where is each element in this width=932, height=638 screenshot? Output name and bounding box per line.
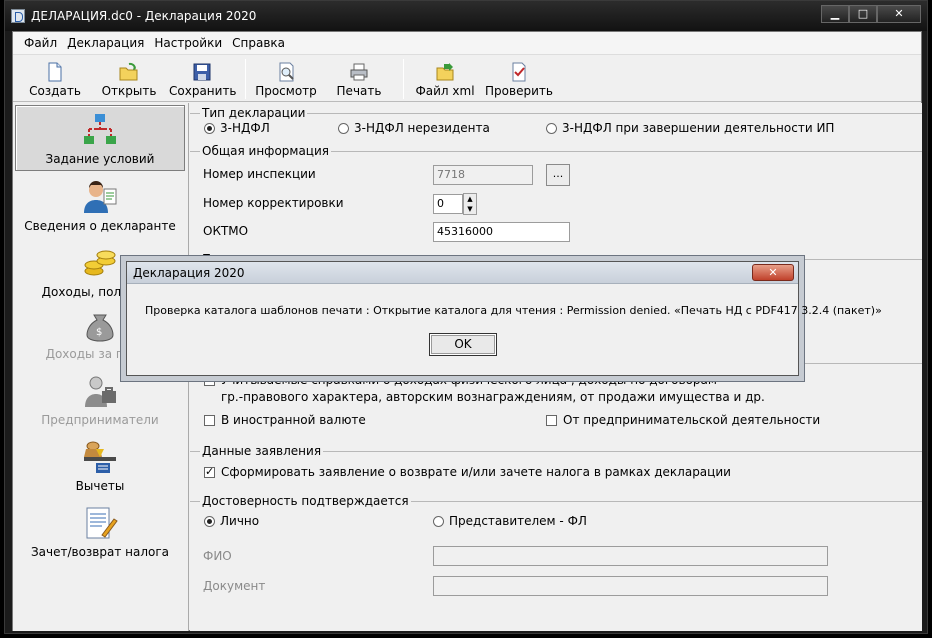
radio-3ndfl-ip-closing[interactable]: 3-НДФЛ при завершении деятельности ИП [546,121,834,135]
title-bar[interactable]: ДЕЛАРАЦИЯ.dc0 - Декларация 2020 ▁ □ ✕ [5,1,927,31]
trust-group: Достоверность подтверждается Лично Предс… [190,494,922,629]
create-button[interactable]: Создать [27,58,83,100]
radio-indicator [433,515,444,527]
group-title: Достоверность подтверждается [200,494,411,508]
radio-personally[interactable]: Лично [204,514,259,528]
dialog-title: Декларация 2020 [133,266,245,280]
deductions-icon [84,441,116,473]
error-dialog: Декларация 2020 ✕ Проверка каталога шабл… [126,261,882,376]
income-description-line2: гр.-правового характера, авторским возна… [221,390,765,404]
radio-representative[interactable]: Представителем - ФЛ [433,514,587,528]
declarant-icon [84,181,117,213]
checkbox-indicator [204,373,215,386]
dialog-close-button[interactable]: ✕ [752,264,794,281]
spinner-down-icon[interactable]: ▼ [464,204,476,214]
minimize-button[interactable]: ▁ [821,5,849,23]
checkbox-indicator [204,415,215,426]
oktmo-label: ОКТМО [203,224,249,238]
declaration-type-group: Тип декларации 3-НДФЛ 3-НДФЛ нерезидента… [190,106,922,143]
fio-label: ФИО [203,549,232,563]
checkbox-indicator [204,465,215,478]
svg-text:$: $ [96,327,102,338]
new-document-icon [48,62,62,82]
check-button[interactable]: Проверить [485,58,553,100]
general-info-group: Общая информация Номер инспекции 7718 ..… [190,144,922,251]
sidebar-item-deductions[interactable]: Вычеты [15,433,185,499]
income-icon [84,250,116,276]
group-title: Данные заявления [200,444,324,458]
preview-icon [279,62,294,82]
application-group: Данные заявления Сформировать заявление … [190,444,922,495]
radio-indicator [338,122,349,134]
open-button[interactable]: Открыть [99,58,159,100]
dialog-title-bar[interactable]: Декларация 2020 ✕ [127,262,798,284]
menu-bar: Файл Декларация Настройки Справка [13,32,921,54]
oktmo-field[interactable]: 45316000 [433,222,570,242]
refund-icon [86,507,118,539]
inspection-label: Номер инспекции [203,167,316,181]
floppy-disk-icon [193,63,211,81]
correction-field[interactable]: 0 [433,194,463,214]
app-icon [11,9,25,23]
menu-settings[interactable]: Настройки [149,36,227,50]
dialog-message: Проверка каталога шаблонов печати : Откр… [145,304,882,317]
radio-indicator [204,515,215,527]
form-application-checkbox[interactable]: Сформировать заявление о возврате и/или … [204,465,731,479]
menu-declaration[interactable]: Декларация [62,36,149,50]
window-title: ДЕЛАРАЦИЯ.dc0 - Декларация 2020 [31,9,257,23]
save-button[interactable]: Сохранить [169,58,237,100]
foreign-currency-checkbox[interactable]: В иностранной валюте [204,413,366,427]
radio-indicator [546,122,557,134]
inspection-field[interactable]: 7718 [433,165,533,185]
fio-field[interactable] [433,546,828,566]
window-controls: ▁ □ ✕ [821,5,921,23]
print-button[interactable]: Печать [331,58,387,100]
toolbar-separator [245,59,246,99]
open-folder-icon [119,62,138,81]
radio-3ndfl-nonresident[interactable]: 3-НДФЛ нерезидента [338,121,490,135]
sidebar-item-conditions[interactable]: Задание условий [15,105,185,171]
group-title: Общая информация [200,144,331,158]
inspection-browse-button[interactable]: ... [546,164,570,186]
toolbar-separator [403,59,404,99]
preview-button[interactable]: Просмотр [253,58,319,100]
check-document-icon [512,62,526,82]
radio-indicator [204,122,215,134]
business-income-checkbox[interactable]: От предпринимательской деятельности [546,413,820,427]
menu-file[interactable]: Файл [19,36,62,50]
menu-help[interactable]: Справка [227,36,290,50]
maximize-button[interactable]: □ [849,5,877,23]
foreign-income-icon: $ [86,314,114,342]
conditions-icon [84,114,116,144]
sidebar-item-entrepreneurs[interactable]: Предприниматели [15,367,185,433]
entrepreneurs-icon [85,376,116,407]
export-xml-icon [436,63,454,81]
correction-label: Номер корректировки [203,196,344,210]
xml-file-button[interactable]: Файл xml [411,58,479,100]
close-button[interactable]: ✕ [877,5,921,23]
document-field[interactable] [433,576,828,596]
document-label: Документ [203,579,266,593]
correction-spinner[interactable]: ▲ ▼ [463,193,477,215]
toolbar: Создать Открыть Сохранить Просмотр Печат… [13,54,921,102]
sidebar-item-declarant[interactable]: Сведения о декларанте [15,173,185,239]
sidebar-item-refund[interactable]: Зачет/возврат налога [15,499,185,565]
checkbox-indicator [546,415,557,426]
printer-icon [350,63,368,81]
spinner-up-icon[interactable]: ▲ [464,194,476,204]
radio-3ndfl[interactable]: 3-НДФЛ [204,121,270,135]
group-title: Тип декларации [200,106,308,120]
dialog-ok-button[interactable]: OK [429,333,497,356]
